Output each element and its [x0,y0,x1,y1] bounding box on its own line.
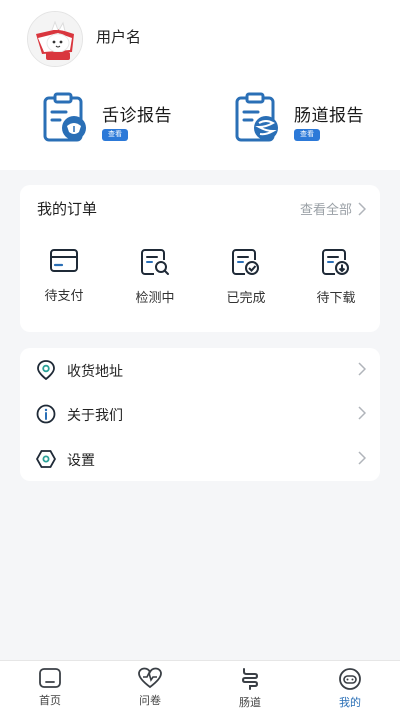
order-completed-label: 已完成 [226,290,266,305]
chevron-right-icon [358,406,366,420]
menu-item-settings[interactable]: 设置 [20,437,380,481]
menu-item-about-label: 关于我们 [67,407,123,423]
orders-card: 我的订单 查看全部 待支付 检测中 已完成 待下载 [20,185,380,332]
tab-questionnaire-label: 问卷 [139,695,161,707]
document-check-icon [232,249,259,275]
location-pin-icon [37,360,55,380]
intestine-report-entry[interactable]: 肠道报告 查看 [234,92,384,148]
username: 用户名 [96,29,142,46]
orders-title: 我的订单 [37,201,98,218]
order-pending-payment-label: 待支付 [44,288,84,303]
menu-item-about[interactable]: 关于我们 [20,392,380,436]
order-pending-download[interactable]: 待下载 [301,247,371,306]
intestine-report-title: 肠道报告 [294,106,364,125]
tongue-report-view-button[interactable]: 查看 [102,129,128,141]
intestine-report-view-button[interactable]: 查看 [294,129,320,141]
order-completed[interactable]: 已完成 [211,247,281,306]
document-search-icon [141,249,169,275]
order-pending-download-label: 待下载 [316,290,356,305]
document-download-icon [322,249,349,275]
menu-item-settings-label: 设置 [67,452,95,468]
profile-header: 用户名 舌诊报告 查看 肠道报告 查看 [0,0,400,170]
orders-view-all-label: 查看全部 [299,202,352,217]
hex-settings-icon [36,450,56,468]
menu-card: 收货地址 关于我们 设置 [20,348,380,481]
avatar-mascot-icon [28,12,82,66]
card-icon [50,249,78,272]
order-testing-label: 检测中 [135,290,175,305]
tongue-report-entry[interactable]: 舌诊报告 查看 [42,92,192,148]
tab-home-label: 首页 [39,695,61,707]
order-pending-payment[interactable]: 待支付 [29,247,99,304]
order-testing[interactable]: 检测中 [120,247,190,306]
tab-mine[interactable]: 我的 [325,667,375,710]
profile-face-icon [339,668,361,690]
info-icon [36,404,56,424]
menu-item-address[interactable]: 收货地址 [20,348,380,392]
orders-view-all-link[interactable]: 查看全部 [300,199,366,218]
intestine-icon [241,668,259,690]
avatar[interactable] [27,11,83,67]
heart-pulse-icon [138,667,162,689]
chevron-right-icon [358,201,366,216]
tab-questionnaire[interactable]: 问卷 [125,667,175,708]
clipboard-tongue-icon [43,92,86,142]
tongue-report-title: 舌诊报告 [102,106,172,125]
tab-intestine[interactable]: 肠道 [225,667,275,710]
tab-mine-label: 我的 [339,697,361,709]
chevron-right-icon [358,451,366,465]
home-icon [39,668,61,688]
menu-item-address-label: 收货地址 [67,363,123,379]
tab-home[interactable]: 首页 [25,667,75,708]
chevron-right-icon [358,362,366,376]
bottom-tab-bar: 首页 问卷 肠道 我的 [0,660,400,711]
tab-intestine-label: 肠道 [239,697,261,709]
clipboard-intestine-icon [235,92,278,142]
